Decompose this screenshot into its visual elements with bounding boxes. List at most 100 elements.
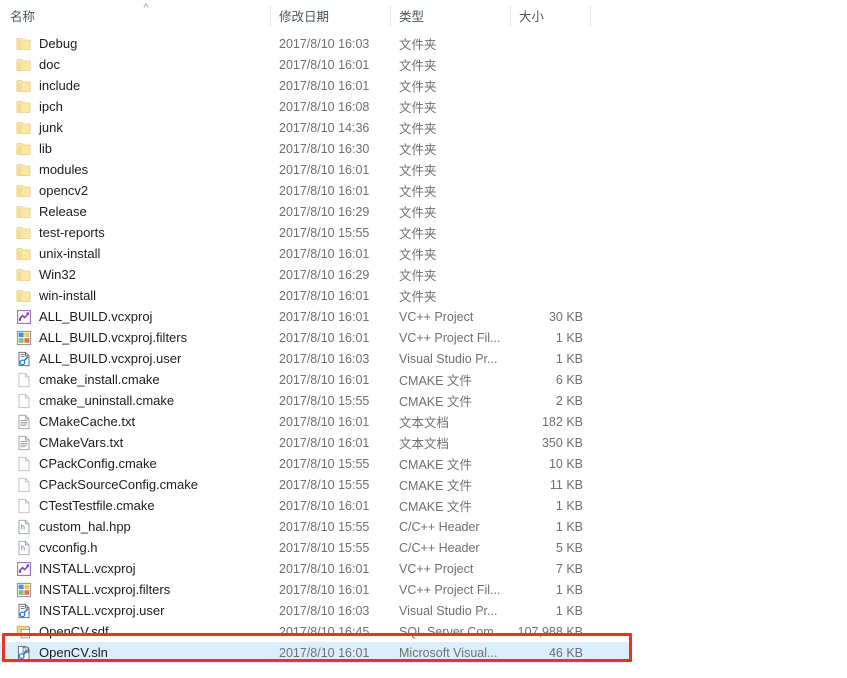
folder-icon: [16, 162, 32, 178]
file-row[interactable]: h custom_hal.hpp 2017/8/10 15:55 C/C++ Head…: [0, 516, 847, 537]
column-divider-name-date[interactable]: [270, 6, 271, 26]
file-row[interactable]: junk 2017/8/10 14:36 文件夹: [0, 117, 847, 138]
column-header-date-label: 修改日期: [279, 10, 330, 24]
file-name-cell[interactable]: ALL_BUILD.vcxproj.filters: [16, 327, 187, 348]
file-name-cell[interactable]: CMakeCache.txt: [16, 411, 135, 432]
file-name-label: CMakeVars.txt: [39, 435, 124, 450]
file-row[interactable]: INSTALL.vcxproj.user 2017/8/10 16:03 Visua…: [0, 600, 847, 621]
file-date-cell: 2017/8/10 15:55: [279, 225, 370, 240]
folder-icon: [16, 288, 32, 304]
file-type-cell: 文件夹: [399, 164, 437, 178]
file-row[interactable]: cmake_install.cmake 2017/8/10 16:01 CMAKE …: [0, 369, 847, 390]
file-list[interactable]: Debug 2017/8/10 16:03 文件夹 doc 2017/8/10 16:0…: [0, 33, 847, 663]
file-type-cell: 文件夹: [399, 227, 437, 241]
file-name-cell[interactable]: ALL_BUILD.vcxproj.user: [16, 348, 181, 369]
file-name-cell[interactable]: CPackConfig.cmake: [16, 453, 157, 474]
file-name-cell[interactable]: h cvconfig.h: [16, 537, 98, 558]
file-type-cell: VC++ Project: [399, 309, 474, 324]
column-header-date[interactable]: 修改日期: [279, 0, 389, 31]
file-name-cell[interactable]: win-install: [16, 285, 96, 306]
file-row[interactable]: win-install 2017/8/10 16:01 文件夹: [0, 285, 847, 306]
file-row[interactable]: Win32 2017/8/10 16:29 文件夹: [0, 264, 847, 285]
file-date-cell: 2017/8/10 16:01: [279, 645, 370, 660]
file-name-cell[interactable]: ALL_BUILD.vcxproj: [16, 306, 152, 327]
file-type-cell: 文件夹: [399, 59, 437, 73]
file-row[interactable]: INSTALL.vcxproj.filters 2017/8/10 16:01 VC…: [0, 579, 847, 600]
file-row[interactable]: ipch 2017/8/10 16:08 文件夹: [0, 96, 847, 117]
file-name-cell[interactable]: ipch: [16, 96, 63, 117]
file-name-cell[interactable]: INSTALL.vcxproj.filters: [16, 579, 170, 600]
file-row[interactable]: h cvconfig.h 2017/8/10 15:55 C/C++ Header 5 …: [0, 537, 847, 558]
column-header-bar: 名称 ^ 修改日期 类型 大小: [0, 0, 847, 31]
file-name-cell[interactable]: INSTALL.vcxproj: [16, 558, 136, 579]
file-row[interactable]: Release 2017/8/10 16:29 文件夹: [0, 201, 847, 222]
header-file-icon: h: [16, 540, 32, 556]
file-row[interactable]: ALL_BUILD.vcxproj 2017/8/10 16:01 VC++ Pro…: [0, 306, 847, 327]
file-name-cell[interactable]: CTestTestfile.cmake: [16, 495, 155, 516]
column-header-type-label: 类型: [399, 10, 425, 24]
folder-icon: [16, 57, 32, 73]
file-name-cell[interactable]: INSTALL.vcxproj.user: [16, 600, 164, 621]
file-name-label: cvconfig.h: [39, 540, 98, 555]
file-name-label: ipch: [39, 99, 63, 114]
file-row[interactable]: opencv2 2017/8/10 16:01 文件夹: [0, 180, 847, 201]
file-date-cell: 2017/8/10 16:01: [279, 57, 370, 72]
file-row[interactable]: modules 2017/8/10 16:01 文件夹: [0, 159, 847, 180]
blank-document-icon: [16, 372, 32, 388]
file-row[interactable]: doc 2017/8/10 16:01 文件夹: [0, 54, 847, 75]
header-rule: [0, 30, 847, 31]
file-type-cell: 文件夹: [399, 206, 437, 220]
file-name-cell[interactable]: h custom_hal.hpp: [16, 516, 131, 537]
file-row[interactable]: include 2017/8/10 16:01 文件夹: [0, 75, 847, 96]
file-row[interactable]: CMakeVars.txt 2017/8/10 16:01 文本文档 350 KB: [0, 432, 847, 453]
file-date-cell: 2017/8/10 16:01: [279, 561, 370, 576]
file-name-cell[interactable]: CPackSourceConfig.cmake: [16, 474, 198, 495]
file-row[interactable]: cmake_uninstall.cmake 2017/8/10 15:55 CMAK…: [0, 390, 847, 411]
column-header-name-label: 名称: [10, 10, 36, 24]
file-row[interactable]: CMakeCache.txt 2017/8/10 16:01 文本文档 182 KB: [0, 411, 847, 432]
file-name-cell[interactable]: junk: [16, 117, 63, 138]
column-divider-type-size[interactable]: [510, 6, 511, 26]
file-name-cell[interactable]: 10 OpenCV.sln: [16, 642, 108, 663]
file-name-cell[interactable]: OpenCV.sdf: [16, 621, 109, 642]
file-name-cell[interactable]: include: [16, 75, 80, 96]
file-name-cell[interactable]: Release: [16, 201, 87, 222]
column-header-size-label: 大小: [519, 10, 545, 24]
file-row[interactable]: unix-install 2017/8/10 16:01 文件夹: [0, 243, 847, 264]
column-header-size[interactable]: 大小: [519, 0, 589, 31]
column-divider-size-end[interactable]: [590, 6, 591, 26]
file-row[interactable]: ALL_BUILD.vcxproj.filters 2017/8/10 16:01…: [0, 327, 847, 348]
file-row[interactable]: 10 OpenCV.sln 2017/8/10 16:01 Microsoft Vis…: [0, 642, 632, 663]
file-name-cell[interactable]: doc: [16, 54, 60, 75]
file-name-cell[interactable]: opencv2: [16, 180, 88, 201]
file-date-cell: 2017/8/10 16:01: [279, 78, 370, 93]
file-row[interactable]: CTestTestfile.cmake 2017/8/10 16:01 CMAKE …: [0, 495, 847, 516]
file-row[interactable]: CPackConfig.cmake 2017/8/10 15:55 CMAKE 文件…: [0, 453, 847, 474]
file-type-cell: VC++ Project Fil...: [399, 330, 501, 345]
file-row[interactable]: lib 2017/8/10 16:30 文件夹: [0, 138, 847, 159]
column-header-type[interactable]: 类型: [399, 0, 509, 31]
vcxproj-user-icon: [16, 351, 32, 367]
file-row[interactable]: test-reports 2017/8/10 15:55 文件夹: [0, 222, 847, 243]
file-name-cell[interactable]: modules: [16, 159, 88, 180]
file-row[interactable]: CPackSourceConfig.cmake 2017/8/10 15:55 CM…: [0, 474, 847, 495]
file-name-label: INSTALL.vcxproj.user: [39, 603, 165, 618]
file-name-cell[interactable]: cmake_install.cmake: [16, 369, 160, 390]
blank-document-icon: [16, 477, 32, 493]
file-row[interactable]: Debug 2017/8/10 16:03 文件夹: [0, 33, 847, 54]
file-name-cell[interactable]: unix-install: [16, 243, 100, 264]
file-name-cell[interactable]: lib: [16, 138, 52, 159]
file-name-cell[interactable]: cmake_uninstall.cmake: [16, 390, 174, 411]
file-name-cell[interactable]: test-reports: [16, 222, 105, 243]
file-name-cell[interactable]: Debug: [16, 33, 77, 54]
file-name-label: CPackConfig.cmake: [39, 456, 157, 471]
file-name-label: doc: [39, 57, 60, 72]
file-row[interactable]: OpenCV.sdf 2017/8/10 16:45 SQL Server Com.…: [0, 621, 847, 642]
column-divider-date-type[interactable]: [390, 6, 391, 26]
file-date-cell: 2017/8/10 16:08: [279, 99, 370, 114]
file-row[interactable]: ALL_BUILD.vcxproj.user 2017/8/10 16:03 Vis…: [0, 348, 847, 369]
folder-icon: [16, 36, 32, 52]
file-name-cell[interactable]: CMakeVars.txt: [16, 432, 123, 453]
file-name-cell[interactable]: Win32: [16, 264, 76, 285]
file-row[interactable]: INSTALL.vcxproj 2017/8/10 16:01 VC++ Proje…: [0, 558, 847, 579]
